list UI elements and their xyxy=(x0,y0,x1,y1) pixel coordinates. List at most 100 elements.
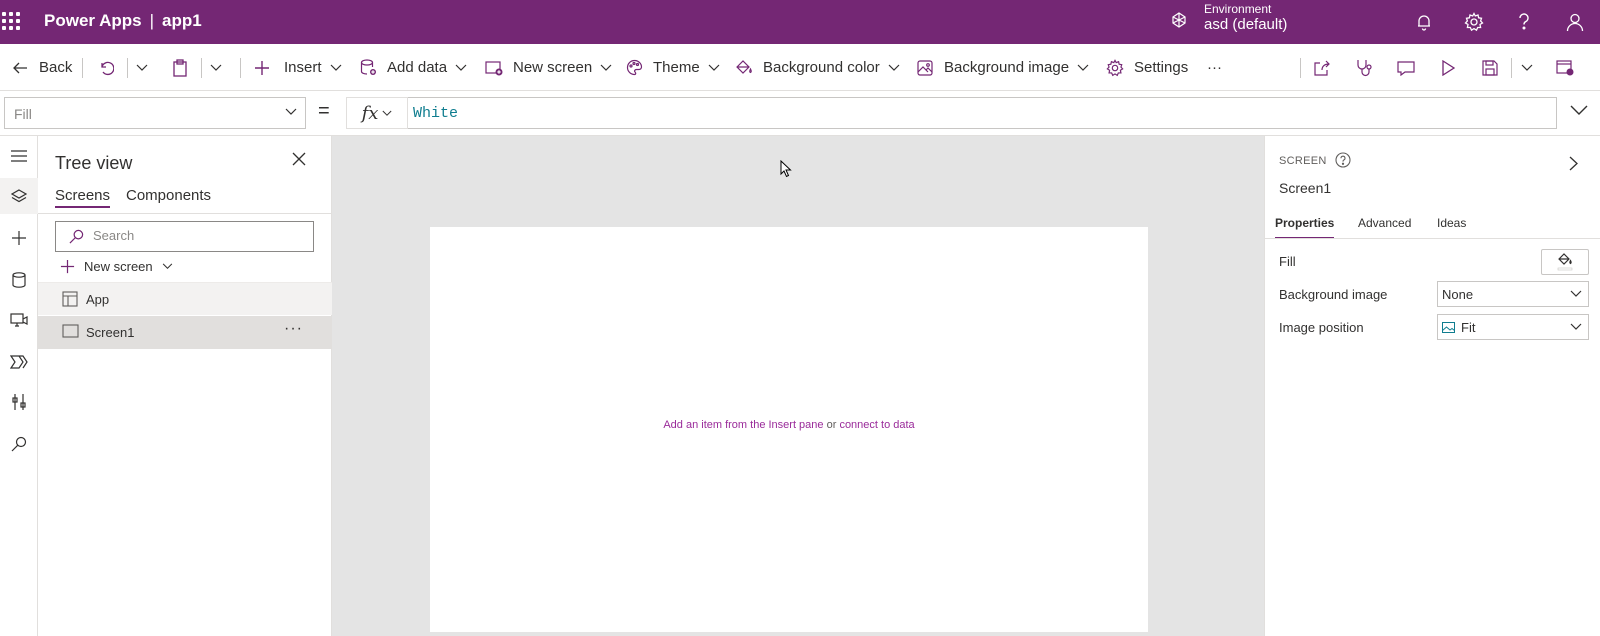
tree-item-screen1[interactable]: Screen1 ··· xyxy=(38,316,332,349)
tree-new-screen-button[interactable]: New screen xyxy=(60,259,173,274)
tree-item-label: Screen1 xyxy=(86,325,135,340)
app-name[interactable]: app1 xyxy=(162,11,202,30)
chevron-down-icon xyxy=(1521,64,1533,71)
chevron-down-icon xyxy=(600,64,612,71)
app-launcher-icon[interactable] xyxy=(2,12,20,30)
chevron-down-icon xyxy=(708,64,720,71)
hint-or-text: or xyxy=(823,419,840,431)
paste-button[interactable] xyxy=(172,44,188,91)
app-brand: Power Apps | app1 xyxy=(44,11,202,31)
more-commands-button[interactable]: ··· xyxy=(1207,44,1222,91)
data-database-icon[interactable] xyxy=(0,262,38,298)
publish-button[interactable] xyxy=(1556,44,1574,91)
user-avatar-icon[interactable] xyxy=(1563,10,1587,34)
screen-canvas[interactable]: Add an item from the Insert pane or conn… xyxy=(430,227,1148,632)
comments-button[interactable] xyxy=(1397,44,1415,91)
tab-ideas[interactable]: Ideas xyxy=(1437,216,1466,230)
image-position-dropdown[interactable]: Fit xyxy=(1437,314,1589,340)
image-position-value: Fit xyxy=(1461,320,1476,335)
help-icon[interactable] xyxy=(1512,10,1536,34)
advanced-tools-icon[interactable] xyxy=(0,384,38,420)
settings-label: Settings xyxy=(1134,59,1189,76)
search-input[interactable] xyxy=(93,228,303,243)
back-button[interactable]: Back xyxy=(12,44,72,91)
equals-sign: = xyxy=(318,100,330,122)
new-screen-button[interactable]: New screen xyxy=(485,44,612,91)
share-button[interactable] xyxy=(1313,44,1331,91)
save-button[interactable] xyxy=(1482,44,1498,91)
preview-play-button[interactable] xyxy=(1441,44,1455,91)
chevron-down-icon xyxy=(330,64,341,71)
close-icon[interactable] xyxy=(292,152,306,171)
tree-item-app[interactable]: App xyxy=(38,282,332,315)
background-color-button[interactable]: Background color xyxy=(735,44,900,91)
environment-label: Environment xyxy=(1204,2,1272,16)
background-image-dropdown[interactable]: None xyxy=(1437,281,1589,307)
tab-properties[interactable]: Properties xyxy=(1275,216,1335,239)
background-image-button[interactable]: Background image xyxy=(917,44,1089,91)
add-data-button[interactable]: Add data xyxy=(360,44,467,91)
chevron-right-icon[interactable] xyxy=(1569,156,1578,176)
add-data-label: Add data xyxy=(387,59,448,76)
media-icon[interactable] xyxy=(0,302,38,338)
gear-icon[interactable] xyxy=(1462,10,1486,34)
insert-pane-link[interactable]: Add an item from the Insert pane xyxy=(663,419,823,431)
insert-label: Insert xyxy=(284,59,322,76)
left-rail xyxy=(0,136,38,636)
formula-bar: Fill = fx White xyxy=(0,91,1600,136)
image-icon xyxy=(1442,322,1455,333)
environment-picker[interactable]: Environment asd (default) xyxy=(1204,2,1287,34)
property-dropdown[interactable]: Fill xyxy=(4,97,306,129)
plus-icon xyxy=(255,60,269,75)
save-options-button[interactable] xyxy=(1521,44,1533,91)
image-position-label: Image position xyxy=(1279,320,1364,335)
share-icon xyxy=(1314,60,1330,76)
paint-bucket-icon xyxy=(1557,253,1573,271)
tab-advanced[interactable]: Advanced xyxy=(1358,216,1411,230)
tree-view-title: Tree view xyxy=(55,153,133,173)
back-label: Back xyxy=(39,59,73,76)
app-layout-icon xyxy=(62,291,78,307)
fill-color-picker[interactable] xyxy=(1541,249,1589,275)
theme-button[interactable]: Theme xyxy=(626,44,720,91)
gear-icon xyxy=(1106,58,1124,76)
tab-divider xyxy=(38,213,332,214)
tree-view-pane: Tree view Screens Components New screen … xyxy=(38,136,332,636)
formula-input[interactable]: White xyxy=(408,97,1557,129)
undo-options-button[interactable] xyxy=(136,44,148,91)
expand-formula-chevron-icon[interactable] xyxy=(1570,103,1588,121)
connect-to-data-link[interactable]: connect to data xyxy=(839,419,914,431)
tree-view-layers-icon[interactable] xyxy=(0,178,38,214)
new-screen-label: New screen xyxy=(513,59,593,76)
tab-divider xyxy=(1265,238,1600,239)
undo-button[interactable] xyxy=(98,44,114,91)
hamburger-menu-icon[interactable] xyxy=(0,138,38,174)
bell-icon[interactable] xyxy=(1412,10,1436,34)
toolbar-divider xyxy=(1300,58,1301,78)
help-circle-icon[interactable] xyxy=(1335,152,1351,173)
app-checker-button[interactable] xyxy=(1355,44,1373,91)
chevron-down-icon xyxy=(888,64,900,71)
tree-search-box[interactable] xyxy=(55,221,314,252)
search-icon[interactable] xyxy=(0,426,38,462)
control-name[interactable]: Screen1 xyxy=(1279,180,1331,196)
more-options-button[interactable]: ··· xyxy=(284,320,303,338)
fill-label: Fill xyxy=(1279,254,1296,269)
environment-icon[interactable] xyxy=(1170,11,1188,34)
function-picker-button[interactable]: fx xyxy=(346,97,408,129)
chevron-down-icon xyxy=(1570,290,1582,297)
canvas-area[interactable]: Add an item from the Insert pane or conn… xyxy=(332,136,1264,636)
insert-button[interactable]: Insert xyxy=(254,44,342,91)
mouse-cursor-icon xyxy=(780,159,792,183)
insert-plus-icon[interactable] xyxy=(0,220,38,256)
tab-components[interactable]: Components xyxy=(126,187,211,204)
paste-options-button[interactable] xyxy=(210,44,222,91)
publish-icon xyxy=(1556,59,1574,75)
database-plus-icon xyxy=(360,59,376,75)
toolbar-divider xyxy=(127,58,128,78)
tab-screens[interactable]: Screens xyxy=(55,187,111,208)
environment-name: asd (default) xyxy=(1204,16,1288,34)
settings-button[interactable]: Settings xyxy=(1106,44,1188,91)
plus-icon xyxy=(60,259,75,274)
power-automate-icon[interactable] xyxy=(0,344,38,380)
